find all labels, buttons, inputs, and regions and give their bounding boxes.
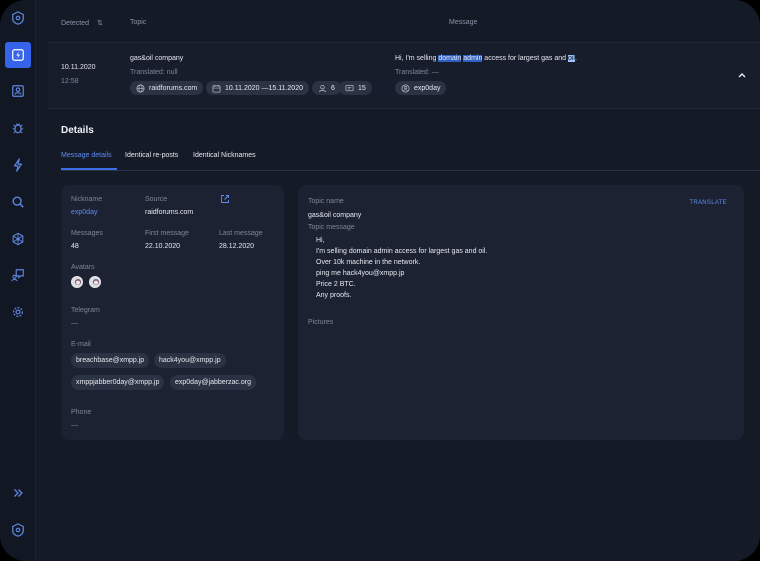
tab-identical-nicknames[interactable]: Identical Nicknames bbox=[193, 152, 256, 159]
network-icon[interactable] bbox=[5, 226, 31, 252]
header-detected[interactable]: Detected ⇅ bbox=[61, 19, 103, 27]
sort-icon[interactable]: ⇅ bbox=[97, 20, 103, 27]
topic-name-value: gas&oil company bbox=[308, 212, 362, 219]
profile-card-icon[interactable] bbox=[5, 78, 31, 104]
source-chip[interactable]: raidforums.com bbox=[130, 81, 204, 95]
avatar[interactable] bbox=[89, 276, 101, 288]
table-header: Detected ⇅ Topic Message bbox=[48, 0, 760, 43]
row-message-text: Hi, I'm selling domain admin access for … bbox=[395, 55, 577, 62]
pictures-label: Pictures bbox=[308, 319, 334, 326]
header-message: Message bbox=[449, 19, 478, 26]
active-tab-indicator bbox=[61, 168, 117, 170]
brand-logo-icon bbox=[5, 517, 31, 543]
sidebar bbox=[0, 0, 36, 561]
topic-message-line: Any proofs. bbox=[316, 292, 352, 299]
row-date: 10.11.2020 bbox=[61, 64, 96, 71]
email-chip[interactable]: exp0day@jabberzac.org bbox=[170, 375, 256, 390]
avatar[interactable] bbox=[71, 276, 83, 288]
date-range-chip[interactable]: 10.11.2020 —15.11.2020 bbox=[206, 81, 309, 95]
search-icon[interactable] bbox=[5, 189, 31, 215]
bug-icon[interactable] bbox=[5, 115, 31, 141]
topic-message-line: I'm selling domain admin access for larg… bbox=[316, 248, 488, 255]
keyword-highlight: admin bbox=[463, 55, 483, 62]
row-topic-translated: Translated: null bbox=[130, 69, 178, 76]
alerts-nav-icon[interactable] bbox=[5, 42, 31, 68]
telegram-value: — bbox=[71, 320, 78, 327]
email-chip[interactable]: breachbase@xmpp.jp bbox=[71, 353, 150, 368]
last-message-value: 28.12.2020 bbox=[219, 243, 255, 250]
row-message-translated: Translated: — bbox=[395, 69, 439, 76]
topic-message-line: Price 2 BTC. bbox=[316, 281, 356, 288]
message-icon bbox=[345, 84, 354, 93]
nickname-link[interactable]: exp0day bbox=[71, 209, 97, 216]
row-topic-title: gas&oil company bbox=[130, 55, 184, 62]
header-topic: Topic bbox=[130, 19, 147, 26]
keyword-highlight: domain bbox=[438, 55, 462, 62]
row-time: 12:58 bbox=[61, 78, 79, 85]
details-title: Details bbox=[61, 125, 94, 136]
lightning-icon[interactable] bbox=[5, 152, 31, 178]
email-chip[interactable]: hack4you@xmpp.jp bbox=[154, 353, 226, 368]
logo-icon[interactable] bbox=[5, 5, 31, 31]
user-icon bbox=[318, 84, 327, 93]
author-chip[interactable]: exp0day bbox=[395, 81, 447, 95]
phone-value: — bbox=[71, 422, 78, 429]
app-frame: Detected ⇅ Topic Message 10.11.2020 12:5… bbox=[0, 0, 760, 561]
table-row[interactable]: 10.11.2020 12:58 gas&oil company Transla… bbox=[48, 43, 760, 109]
main-content: Detected ⇅ Topic Message 10.11.2020 12:5… bbox=[48, 0, 760, 561]
topic-message-line: Hi, bbox=[316, 237, 325, 244]
translate-button[interactable]: TRANSLATE bbox=[689, 200, 727, 206]
topic-message-line: ping me hack4you@xmpp.jp bbox=[316, 270, 405, 277]
user-info-card: Nickname exp0day Source raidforums.com M… bbox=[61, 185, 284, 440]
users-count-chip[interactable]: 6 bbox=[312, 81, 341, 95]
messages-value: 48 bbox=[71, 243, 79, 250]
messages-count-chip[interactable]: 15 bbox=[339, 81, 372, 95]
source-value: raidforums.com bbox=[145, 209, 194, 216]
calendar-icon bbox=[212, 84, 221, 93]
topic-message-line: Over 10k machine in the network. bbox=[316, 259, 421, 266]
tab-message-details[interactable]: Message details bbox=[61, 152, 112, 159]
collapse-chevron-icon[interactable] bbox=[737, 70, 747, 80]
globe-icon bbox=[136, 83, 145, 93]
details-tabs: Message details Identical re-posts Ident… bbox=[61, 150, 760, 171]
external-link-icon[interactable] bbox=[220, 194, 230, 204]
expand-sidebar-icon[interactable] bbox=[5, 480, 31, 506]
tab-identical-reposts[interactable]: Identical re-posts bbox=[125, 152, 178, 159]
first-message-value: 22.10.2020 bbox=[145, 243, 181, 250]
chat-user-icon[interactable] bbox=[5, 262, 31, 288]
keyword-highlight: oil bbox=[567, 55, 575, 62]
gear-icon[interactable] bbox=[5, 299, 31, 325]
user-circle-icon bbox=[401, 83, 410, 93]
email-chip[interactable]: xmppjabber0day@xmpp.jp bbox=[71, 375, 165, 390]
topic-details-card: Topic name gas&oil company TRANSLATE Top… bbox=[298, 185, 744, 440]
